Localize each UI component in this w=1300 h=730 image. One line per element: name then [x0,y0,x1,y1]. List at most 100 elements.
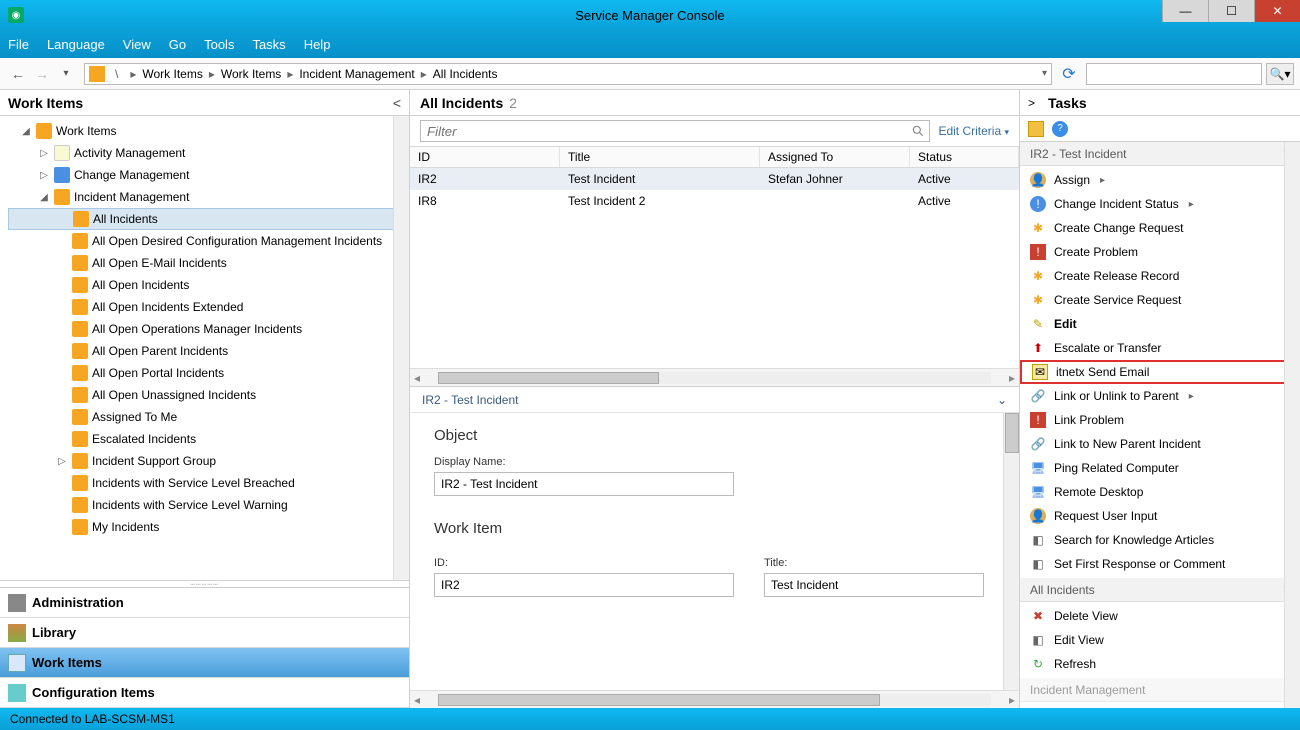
wunderbar-administration[interactable]: Administration [0,588,409,618]
chevron-right-icon[interactable]: ▷ [38,170,50,181]
col-assigned[interactable]: Assigned To [760,147,910,167]
scroll-track[interactable] [438,372,991,384]
forward-button[interactable]: → [30,62,54,86]
tree-view-item[interactable]: ▷Incident Support Group [8,450,409,472]
help-icon[interactable]: ? [1052,121,1068,137]
expand-tasks-button[interactable]: > [1028,96,1044,110]
table-row[interactable]: IR2Test IncidentStefan JohnerActive [410,168,1019,190]
tasks-scrollbar[interactable] [1284,142,1300,708]
maximize-button[interactable]: ☐ [1208,0,1254,22]
wunderbar-work-items[interactable]: Work Items [0,648,409,678]
menu-view[interactable]: View [123,37,151,52]
collapse-nav-button[interactable]: < [393,95,401,111]
edit-criteria-link[interactable]: Edit Criteria ▾ [938,124,1009,138]
chevron-down-icon[interactable]: ◢ [38,192,50,203]
tree-view-item[interactable]: All Open Portal Incidents [8,362,409,384]
tree-view-item[interactable]: All Open E-Mail Incidents [8,252,409,274]
breadcrumb-seg-3[interactable]: Incident Management [299,67,414,81]
chevron-right-icon[interactable]: ▷ [38,148,50,159]
task-item[interactable]: 👤Request User Input [1020,504,1300,528]
search-button[interactable]: 🔍▾ [1266,63,1294,85]
wunderbar-library[interactable]: Library [0,618,409,648]
task-item[interactable]: ↻Refresh [1020,652,1300,676]
task-item[interactable]: ◧Set First Response or Comment [1020,552,1300,576]
chevron-down-icon[interactable]: ◢ [20,126,32,137]
refresh-button[interactable]: ⟳ [1058,63,1080,85]
task-item[interactable]: ⬆Escalate or Transfer [1020,336,1300,360]
scroll-track[interactable] [438,694,991,706]
col-id[interactable]: ID [410,147,560,167]
breadcrumb-dropdown[interactable]: ▾ [1042,68,1047,79]
wunderbar-config-items[interactable]: Configuration Items [0,678,409,708]
tree-root[interactable]: ◢ Work Items [8,120,409,142]
scroll-left-icon[interactable]: ◂ [410,693,424,707]
task-group-all-incidents[interactable]: All Incidents ⌃ [1020,578,1300,602]
tree-incident-mgmt[interactable]: ◢ Incident Management [8,186,409,208]
task-item[interactable]: 🖥Ping Related Computer [1020,456,1300,480]
menu-tools[interactable]: Tools [204,37,234,52]
tree-view-item[interactable]: Assigned To Me [8,406,409,428]
task-item[interactable]: !Change Incident Status▸ [1020,192,1300,216]
detail-scrollbar[interactable] [1003,413,1019,690]
task-item[interactable]: ✖Delete View [1020,604,1300,628]
tree-view-item[interactable]: All Open Incidents [8,274,409,296]
menu-go[interactable]: Go [169,37,186,52]
breadcrumb-seg-1[interactable]: Work Items [142,67,202,81]
task-item[interactable]: ◧Search for Knowledge Articles [1020,528,1300,552]
task-item[interactable]: ✎Edit [1020,312,1300,336]
minimize-button[interactable]: — [1162,0,1208,22]
menu-file[interactable]: File [8,37,29,52]
tree-view-item[interactable]: All Open Operations Manager Incidents [8,318,409,340]
tree-view-item[interactable]: All Open Unassigned Incidents [8,384,409,406]
task-item[interactable]: ✱Create Release Record [1020,264,1300,288]
scroll-thumb[interactable] [438,372,659,384]
scroll-right-icon[interactable]: ▸ [1005,693,1019,707]
tree-view-item[interactable]: Escalated Incidents [8,428,409,450]
id-field[interactable] [434,573,734,597]
tree-view-item[interactable]: All Incidents [8,208,409,230]
back-button[interactable]: ← [6,62,30,86]
search-input[interactable] [1086,63,1262,85]
task-item[interactable]: ◧Edit View [1020,628,1300,652]
tree-change-mgmt[interactable]: ▷ Change Management [8,164,409,186]
task-group-incident[interactable]: IR2 - Test Incident ⌃ [1020,142,1300,166]
task-item[interactable]: ✉itnetx Send Email [1020,360,1300,384]
detail-horizontal-scrollbar[interactable]: ◂ ▸ [410,690,1019,708]
task-item[interactable]: 🖥Remote Desktop [1020,480,1300,504]
task-item[interactable]: 🔗Link or Unlink to Parent▸ [1020,384,1300,408]
breadcrumb-seg-4[interactable]: All Incidents [433,67,498,81]
tree-view-item[interactable]: Incidents with Service Level Breached [8,472,409,494]
col-status[interactable]: Status [910,147,1019,167]
breadcrumb[interactable]: \ ▸ Work Items ▸ Work Items ▸ Incident M… [84,63,1052,85]
tree-view-item[interactable]: My Incidents [8,516,409,538]
task-item[interactable]: !Create Problem [1020,240,1300,264]
menu-language[interactable]: Language [47,37,105,52]
display-name-field[interactable] [434,472,734,496]
tree-view-item[interactable]: Incidents with Service Level Warning [8,494,409,516]
table-row[interactable]: IR8Test Incident 2Active [410,190,1019,212]
tree-view-item[interactable]: All Open Incidents Extended [8,296,409,318]
scroll-thumb[interactable] [1005,413,1019,453]
history-dropdown[interactable]: ▾ [54,62,78,86]
task-item[interactable]: 👤Assign▸ [1020,168,1300,192]
tree-view-item[interactable]: All Open Desired Configuration Managemen… [8,230,409,252]
title-field[interactable] [764,573,984,597]
tree-activity-mgmt[interactable]: ▷ Activity Management [8,142,409,164]
scroll-left-icon[interactable]: ◂ [410,371,424,385]
tree-view-item[interactable]: All Open Parent Incidents [8,340,409,362]
menu-help[interactable]: Help [304,37,331,52]
filter-input[interactable] [420,120,930,142]
task-group-incident-mgmt[interactable]: Incident Management ⌃ [1020,678,1300,702]
task-item[interactable]: ✱Create Change Request [1020,216,1300,240]
breadcrumb-seg-2[interactable]: Work Items [221,67,281,81]
grid-horizontal-scrollbar[interactable]: ◂ ▸ [410,368,1019,386]
tree-scrollbar[interactable] [393,116,409,580]
col-title[interactable]: Title [560,147,760,167]
chevron-right-icon[interactable]: ▷ [56,456,68,467]
collapse-detail-button[interactable]: ⌄ [997,393,1007,407]
menu-tasks[interactable]: Tasks [252,37,285,52]
scroll-thumb[interactable] [438,694,880,706]
task-item[interactable]: ✱Create Service Request [1020,288,1300,312]
task-item[interactable]: 🔗Link to New Parent Incident [1020,432,1300,456]
clipboard-icon[interactable] [1028,121,1044,137]
